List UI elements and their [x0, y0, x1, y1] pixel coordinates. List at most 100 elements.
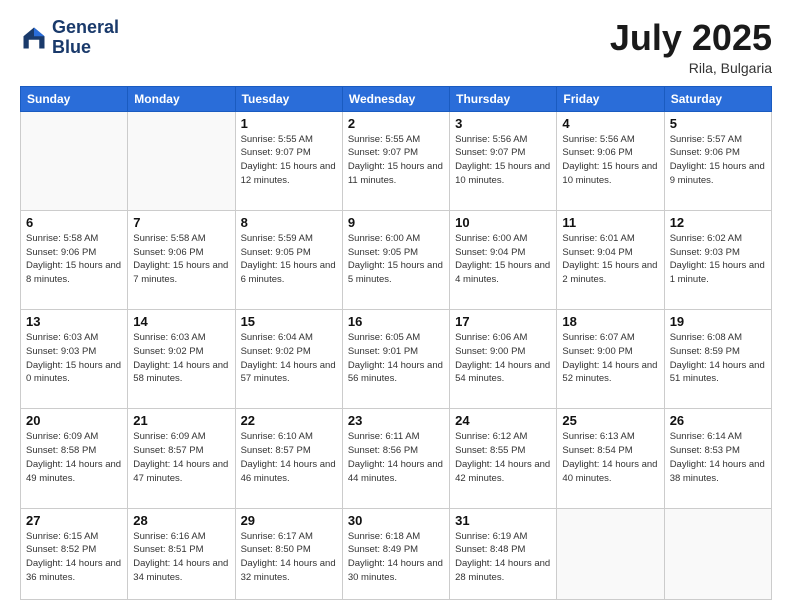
- day-number: 7: [133, 215, 229, 230]
- day-info: Sunrise: 5:55 AM Sunset: 9:07 PM Dayligh…: [348, 133, 444, 188]
- day-cell: 1Sunrise: 5:55 AM Sunset: 9:07 PM Daylig…: [235, 111, 342, 210]
- day-cell: 8 Sunrise: 5:59 AM Sunset: 9:05 PM Daylig…: [235, 210, 342, 309]
- day-cell: 14 Sunrise: 6:03 AM Sunset: 9:02 PM Dayli…: [128, 310, 235, 409]
- day-number: 17: [455, 314, 551, 329]
- day-number: 9: [348, 215, 444, 230]
- day-number: 22: [241, 413, 337, 428]
- day-cell: 22 Sunrise: 6:10 AM Sunset: 8:57 PM Dayli…: [235, 409, 342, 508]
- day-number: 14: [133, 314, 229, 329]
- day-cell: 20Sunrise: 6:09 AM Sunset: 8:58 PM Dayli…: [21, 409, 128, 508]
- day-number: 10: [455, 215, 551, 230]
- location: Rila, Bulgaria: [610, 60, 772, 76]
- day-number: 11: [562, 215, 658, 230]
- day-cell: 4 Sunrise: 5:56 AM Sunset: 9:06 PM Daylig…: [557, 111, 664, 210]
- day-number: 21: [133, 413, 229, 428]
- day-cell: 10 Sunrise: 6:00 AM Sunset: 9:04 PM Dayli…: [450, 210, 557, 309]
- day-number: 1: [241, 116, 337, 131]
- weekday-header-tuesday: Tuesday: [235, 86, 342, 111]
- day-cell: 27Sunrise: 6:15 AM Sunset: 8:52 PM Dayli…: [21, 508, 128, 599]
- day-info: Sunrise: 6:10 AM Sunset: 8:57 PM Dayligh…: [241, 430, 337, 485]
- day-cell: 16Sunrise: 6:05 AM Sunset: 9:01 PM Dayli…: [342, 310, 449, 409]
- day-number: 4: [562, 116, 658, 131]
- logo-icon: [20, 24, 48, 52]
- day-info: Sunrise: 5:56 AM Sunset: 9:07 PM Dayligh…: [455, 133, 551, 188]
- day-number: 26: [670, 413, 766, 428]
- day-cell: 28 Sunrise: 6:16 AM Sunset: 8:51 PM Dayli…: [128, 508, 235, 599]
- day-cell: [664, 508, 771, 599]
- day-number: 12: [670, 215, 766, 230]
- day-cell: 13Sunrise: 6:03 AM Sunset: 9:03 PM Dayli…: [21, 310, 128, 409]
- day-number: 25: [562, 413, 658, 428]
- day-number: 3: [455, 116, 551, 131]
- week-row-4: 20Sunrise: 6:09 AM Sunset: 8:58 PM Dayli…: [21, 409, 772, 508]
- calendar-header: SundayMondayTuesdayWednesdayThursdayFrid…: [21, 86, 772, 111]
- day-cell: [557, 508, 664, 599]
- weekday-header-thursday: Thursday: [450, 86, 557, 111]
- weekday-header-friday: Friday: [557, 86, 664, 111]
- day-info: Sunrise: 6:16 AM Sunset: 8:51 PM Dayligh…: [133, 530, 229, 585]
- day-info: Sunrise: 5:56 AM Sunset: 9:06 PM Dayligh…: [562, 133, 658, 188]
- day-info: Sunrise: 6:19 AM Sunset: 8:48 PM Dayligh…: [455, 530, 551, 585]
- day-number: 19: [670, 314, 766, 329]
- day-cell: 9 Sunrise: 6:00 AM Sunset: 9:05 PM Daylig…: [342, 210, 449, 309]
- day-cell: 26Sunrise: 6:14 AM Sunset: 8:53 PM Dayli…: [664, 409, 771, 508]
- day-info: Sunrise: 6:09 AM Sunset: 8:57 PM Dayligh…: [133, 430, 229, 485]
- day-number: 28: [133, 513, 229, 528]
- weekday-row: SundayMondayTuesdayWednesdayThursdayFrid…: [21, 86, 772, 111]
- week-row-2: 6Sunrise: 5:58 AM Sunset: 9:06 PM Daylig…: [21, 210, 772, 309]
- day-number: 8: [241, 215, 337, 230]
- day-cell: 30Sunrise: 6:18 AM Sunset: 8:49 PM Dayli…: [342, 508, 449, 599]
- day-cell: [128, 111, 235, 210]
- day-number: 18: [562, 314, 658, 329]
- day-info: Sunrise: 6:07 AM Sunset: 9:00 PM Dayligh…: [562, 331, 658, 386]
- title-block: July 2025 Rila, Bulgaria: [610, 18, 772, 76]
- day-cell: 23 Sunrise: 6:11 AM Sunset: 8:56 PM Dayli…: [342, 409, 449, 508]
- day-info: Sunrise: 6:04 AM Sunset: 9:02 PM Dayligh…: [241, 331, 337, 386]
- logo-line2: Blue: [52, 38, 119, 58]
- month-title: July 2025: [610, 18, 772, 58]
- calendar: SundayMondayTuesdayWednesdayThursdayFrid…: [20, 86, 772, 600]
- page: General Blue July 2025 Rila, Bulgaria Su…: [0, 0, 792, 612]
- day-info: Sunrise: 6:18 AM Sunset: 8:49 PM Dayligh…: [348, 530, 444, 585]
- day-info: Sunrise: 6:15 AM Sunset: 8:52 PM Dayligh…: [26, 530, 122, 585]
- day-info: Sunrise: 6:08 AM Sunset: 8:59 PM Dayligh…: [670, 331, 766, 386]
- day-cell: 19 Sunrise: 6:08 AM Sunset: 8:59 PM Dayli…: [664, 310, 771, 409]
- day-info: Sunrise: 6:00 AM Sunset: 9:05 PM Dayligh…: [348, 232, 444, 287]
- day-cell: 12Sunrise: 6:02 AM Sunset: 9:03 PM Dayli…: [664, 210, 771, 309]
- day-cell: 18 Sunrise: 6:07 AM Sunset: 9:00 PM Dayli…: [557, 310, 664, 409]
- day-cell: 3 Sunrise: 5:56 AM Sunset: 9:07 PM Daylig…: [450, 111, 557, 210]
- weekday-header-wednesday: Wednesday: [342, 86, 449, 111]
- day-info: Sunrise: 6:13 AM Sunset: 8:54 PM Dayligh…: [562, 430, 658, 485]
- day-cell: 5 Sunrise: 5:57 AM Sunset: 9:06 PM Daylig…: [664, 111, 771, 210]
- logo-line1: General: [52, 18, 119, 38]
- day-info: Sunrise: 6:11 AM Sunset: 8:56 PM Dayligh…: [348, 430, 444, 485]
- day-cell: 29Sunrise: 6:17 AM Sunset: 8:50 PM Dayli…: [235, 508, 342, 599]
- day-cell: 21 Sunrise: 6:09 AM Sunset: 8:57 PM Dayli…: [128, 409, 235, 508]
- logo: General Blue: [20, 18, 119, 58]
- day-cell: 17Sunrise: 6:06 AM Sunset: 9:00 PM Dayli…: [450, 310, 557, 409]
- day-number: 31: [455, 513, 551, 528]
- day-cell: 31 Sunrise: 6:19 AM Sunset: 8:48 PM Dayli…: [450, 508, 557, 599]
- day-number: 23: [348, 413, 444, 428]
- day-info: Sunrise: 6:03 AM Sunset: 9:02 PM Dayligh…: [133, 331, 229, 386]
- day-number: 16: [348, 314, 444, 329]
- calendar-body: 1 Sunrise: 5:55 AM Sunset: 9:07 PM Daylig…: [21, 111, 772, 599]
- day-cell: 11Sunrise: 6:01 AM Sunset: 9:04 PM Dayli…: [557, 210, 664, 309]
- weekday-header-sunday: Sunday: [21, 86, 128, 111]
- weekday-header-monday: Monday: [128, 86, 235, 111]
- day-number: 29: [241, 513, 337, 528]
- day-info: Sunrise: 5:58 AM Sunset: 9:06 PM Dayligh…: [26, 232, 122, 287]
- day-info: Sunrise: 6:00 AM Sunset: 9:04 PM Dayligh…: [455, 232, 551, 287]
- day-number: 5: [670, 116, 766, 131]
- header: General Blue July 2025 Rila, Bulgaria: [20, 18, 772, 76]
- day-cell: 7 Sunrise: 5:58 AM Sunset: 9:06 PM Daylig…: [128, 210, 235, 309]
- weekday-header-saturday: Saturday: [664, 86, 771, 111]
- day-cell: 24Sunrise: 6:12 AM Sunset: 8:55 PM Dayli…: [450, 409, 557, 508]
- day-info: Sunrise: 5:58 AM Sunset: 9:06 PM Dayligh…: [133, 232, 229, 287]
- day-info: Sunrise: 6:12 AM Sunset: 8:55 PM Dayligh…: [455, 430, 551, 485]
- day-info: Sunrise: 5:59 AM Sunset: 9:05 PM Dayligh…: [241, 232, 337, 287]
- day-info: Sunrise: 5:57 AM Sunset: 9:06 PM Dayligh…: [670, 133, 766, 188]
- week-row-1: 1 Sunrise: 5:55 AM Sunset: 9:07 PM Daylig…: [21, 111, 772, 210]
- day-info: Sunrise: 6:03 AM Sunset: 9:03 PM Dayligh…: [26, 331, 122, 386]
- day-cell: 6Sunrise: 5:58 AM Sunset: 9:06 PM Daylig…: [21, 210, 128, 309]
